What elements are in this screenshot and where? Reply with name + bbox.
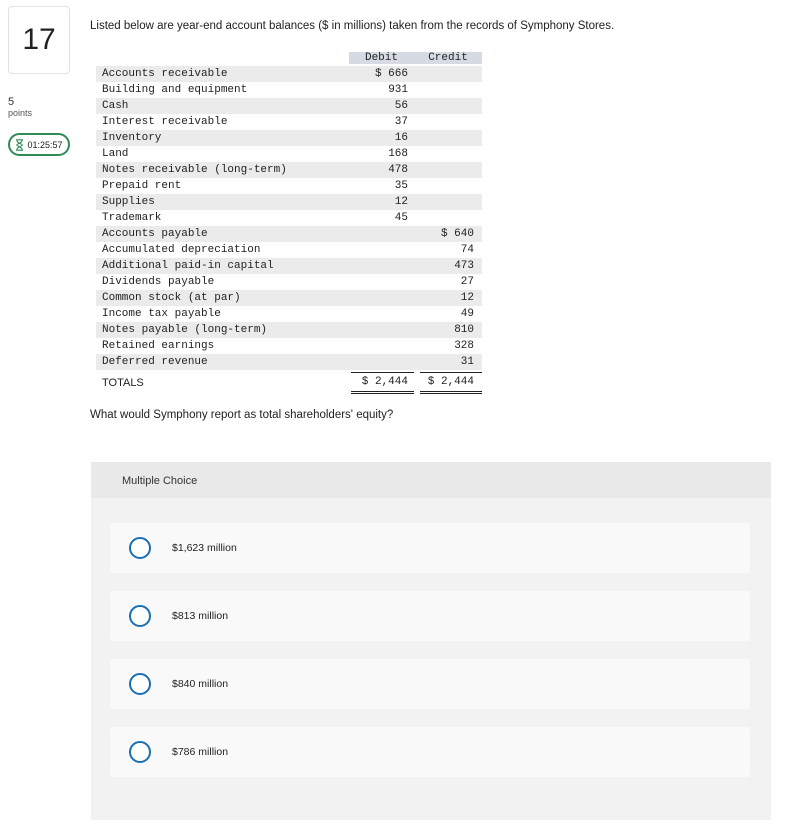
table-row: Notes receivable (long-term) 478	[96, 162, 482, 178]
timer[interactable]: 01:25:57	[8, 133, 70, 156]
account-cell: Prepaid rent	[102, 180, 182, 192]
account-cell: Accounts receivable	[102, 68, 228, 80]
hourglass-icon	[16, 138, 24, 151]
table-row: Supplies 12	[96, 194, 482, 210]
question-number-box: 17	[8, 6, 70, 74]
choice-option[interactable]: $1,623 million	[110, 523, 750, 573]
debit-cell: 37	[394, 116, 408, 128]
account-cell: Trademark	[102, 212, 162, 224]
table-row: Accounts receivable $ 666	[96, 66, 482, 82]
choice-option[interactable]: $786 million	[110, 727, 750, 777]
credit-cell: 49	[460, 308, 474, 320]
table-row: Inventory 16	[96, 130, 482, 146]
question-prompt: Listed below are year-end account balanc…	[90, 20, 615, 32]
choice-option[interactable]: $840 million	[110, 659, 750, 709]
account-cell: Supplies	[102, 196, 155, 208]
debit-cell: 168	[388, 148, 408, 160]
timer-text: 01:25:57	[27, 139, 63, 150]
account-cell: Notes receivable (long-term)	[102, 164, 287, 176]
table-row: Notes payable (long-term) 810	[96, 322, 482, 338]
account-cell: Deferred revenue	[102, 356, 208, 368]
debit-column-header: Debit	[349, 51, 414, 64]
choice-label: $813 million	[172, 610, 229, 622]
table-row: Prepaid rent 35	[96, 178, 482, 194]
table-row: Deferred revenue 31	[96, 354, 482, 370]
table-row: Interest receivable 37	[96, 114, 482, 130]
debit-cell: $ 666	[374, 68, 408, 80]
totals-credit: $ 2,444	[420, 372, 482, 394]
choice-label: $840 million	[172, 678, 229, 690]
debit-cell: 478	[388, 164, 408, 176]
credit-cell: 473	[454, 260, 474, 272]
table-header-row: Debit Credit	[96, 49, 482, 66]
account-cell: Accumulated depreciation	[102, 244, 261, 256]
account-cell: Inventory	[102, 132, 162, 144]
table-row: Retained earnings 328	[96, 338, 482, 354]
table-row: Trademark 45	[96, 210, 482, 226]
radio-button[interactable]	[129, 537, 151, 559]
account-balances-table: Debit Credit Accounts receivable $ 666 Bui…	[96, 49, 482, 394]
table-row: Land 168	[96, 146, 482, 162]
choice-label: $786 million	[172, 746, 229, 758]
radio-button[interactable]	[129, 673, 151, 695]
table-row: Common stock (at par) 12	[96, 290, 482, 306]
table-row: Additional paid-in capital 473	[96, 258, 482, 274]
credit-cell: 31	[460, 356, 474, 368]
table-row: Accounts payable $ 640	[96, 226, 482, 242]
multiple-choice-header: Multiple Choice	[91, 462, 771, 498]
account-cell: Cash	[102, 100, 129, 112]
account-cell: Income tax payable	[102, 308, 221, 320]
points-label: points	[8, 108, 33, 118]
debit-cell: 931	[388, 84, 408, 96]
table-row: Building and equipment 931	[96, 82, 482, 98]
account-cell: Additional paid-in capital	[102, 260, 274, 272]
credit-cell: 27	[460, 276, 474, 288]
totals-debit: $ 2,444	[351, 372, 414, 394]
table-row: Accumulated depreciation 74	[96, 242, 482, 258]
debit-cell: 12	[394, 196, 408, 208]
debit-cell: 16	[394, 132, 408, 144]
debit-cell: 56	[394, 100, 408, 112]
account-cell: Building and equipment	[102, 84, 248, 96]
table-row: Cash 56	[96, 98, 482, 114]
account-cell: Dividends payable	[102, 276, 215, 288]
account-cell: Interest receivable	[102, 116, 228, 128]
totals-label: TOTALS	[102, 377, 144, 389]
choice-option[interactable]: $813 million	[110, 591, 750, 641]
question-number: 17	[22, 23, 56, 56]
account-cell: Land	[102, 148, 129, 160]
table-row: Dividends payable 27	[96, 274, 482, 290]
debit-cell: 45	[394, 212, 408, 224]
radio-button[interactable]	[129, 741, 151, 763]
account-cell: Notes payable (long-term)	[102, 324, 268, 336]
credit-cell: $ 640	[440, 228, 474, 240]
credit-column-header: Credit	[414, 51, 482, 64]
account-cell: Retained earnings	[102, 340, 215, 352]
question-text: What would Symphony report as total shar…	[90, 409, 394, 421]
totals-row: TOTALS $ 2,444 $ 2,444	[96, 372, 482, 394]
multiple-choice-panel: Multiple Choice $1,623 million $813 milli…	[91, 462, 771, 820]
radio-button[interactable]	[129, 605, 151, 627]
credit-cell: 328	[454, 340, 474, 352]
credit-cell: 12	[460, 292, 474, 304]
table-row: Income tax payable 49	[96, 306, 482, 322]
credit-cell: 810	[454, 324, 474, 336]
choice-label: $1,623 million	[172, 542, 237, 554]
credit-cell: 74	[460, 244, 474, 256]
account-cell: Common stock (at par)	[102, 292, 241, 304]
debit-cell: 35	[394, 180, 408, 192]
points-value: 5	[8, 96, 15, 108]
account-cell: Accounts payable	[102, 228, 208, 240]
